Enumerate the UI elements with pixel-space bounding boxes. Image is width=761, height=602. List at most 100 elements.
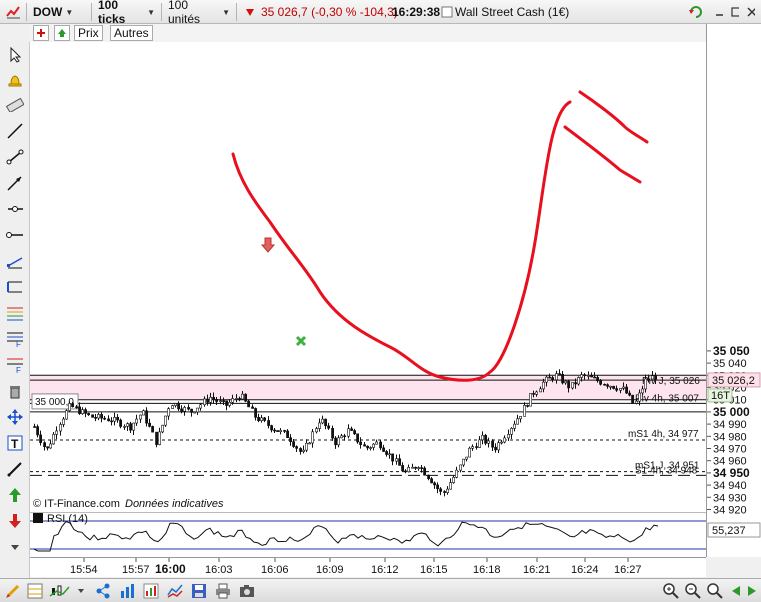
level-label-s1-4h: S1 4h, 34 948 (635, 465, 698, 476)
time-tick-label: 16:24 (571, 564, 599, 576)
fibonacci-extension-icon[interactable]: F (4, 354, 26, 376)
candle-body (593, 376, 597, 379)
candle-body (628, 392, 632, 396)
candle-body (203, 398, 207, 406)
arrow-line-icon[interactable] (4, 172, 26, 194)
pencil-tool-icon[interactable] (4, 582, 22, 600)
candle-body (414, 466, 418, 469)
units-dropdown[interactable]: 100 unités ▼ (164, 0, 234, 26)
price-axis[interactable]: 35 05035 04035 03035 02035 01035 00034 9… (706, 24, 761, 557)
candle-body (337, 437, 341, 446)
candle-body (113, 416, 117, 422)
collapse-toolbar-icon[interactable] (4, 536, 26, 558)
units-label: 100 unités (168, 0, 201, 26)
bar-chart-icon[interactable] (118, 582, 136, 600)
share-icon[interactable] (94, 582, 112, 600)
maximize-icon[interactable] (727, 3, 743, 21)
candle-body (59, 424, 63, 432)
bell-icon[interactable] (4, 70, 26, 92)
candle-body (177, 403, 181, 410)
screenshot-icon[interactable] (238, 582, 256, 600)
instrument-name: Wall Street Cash (1€) (455, 5, 570, 19)
horizontal-line-icon[interactable] (4, 224, 26, 246)
scroll-right-icon[interactable] (742, 582, 760, 600)
expand-icon[interactable] (54, 25, 70, 41)
candle-body (462, 458, 466, 466)
candle-body (433, 482, 437, 486)
fibonacci-icon[interactable] (4, 302, 26, 324)
text-tool-icon[interactable]: T (4, 432, 26, 454)
move-icon[interactable] (4, 406, 26, 428)
down-arrow-icon[interactable] (4, 510, 26, 532)
candle-body (379, 441, 383, 449)
period-dropdown[interactable]: 100 ticks ▼ (94, 0, 159, 26)
candle-body (145, 410, 149, 424)
zoom-in-icon[interactable] (662, 582, 680, 600)
price-tick-label: 35 000 (713, 405, 750, 419)
candle-body (343, 435, 347, 438)
compare-icon[interactable] (166, 582, 184, 600)
tab-autres[interactable]: Autres (110, 25, 153, 41)
candle-body (577, 377, 581, 385)
instrument-icon[interactable] (2, 3, 24, 21)
candle-body (167, 408, 171, 417)
candle-body (334, 437, 338, 446)
indicators-icon[interactable] (142, 582, 160, 600)
zoom-fit-icon[interactable] (706, 582, 724, 600)
rsi-panel[interactable]: RSI (14) (30, 512, 706, 557)
segment-icon[interactable] (4, 146, 26, 168)
price-chart[interactable]: Piv J, 35 026 Piv 4h, 35 007 mS1 4h, 34 97… (30, 42, 706, 512)
rsi-label: RSI (14) (47, 513, 88, 525)
candle-body (347, 428, 351, 437)
candle-body (183, 407, 187, 412)
candle-body (430, 478, 434, 484)
trend-line-icon[interactable] (4, 120, 26, 142)
candle-body (427, 474, 431, 479)
horizontal-ray-icon[interactable] (4, 198, 26, 220)
minimize-icon[interactable] (711, 3, 727, 21)
chevron-down-icon[interactable] (76, 582, 86, 600)
parallel-channel-icon[interactable] (4, 276, 26, 298)
symbol-dropdown[interactable]: DOW ▼ (29, 3, 89, 21)
candle-body (36, 426, 40, 436)
candle-body (503, 437, 507, 443)
candle-body (523, 405, 527, 417)
refresh-icon[interactable] (684, 3, 706, 21)
candle-body (471, 446, 475, 449)
zoom-out-icon[interactable] (684, 582, 702, 600)
trash-icon[interactable] (4, 380, 26, 402)
candle-body (356, 433, 360, 443)
candle-body (375, 441, 379, 445)
fibonacci-retracement-icon[interactable]: F (4, 328, 26, 350)
up-arrow-icon[interactable] (4, 484, 26, 506)
cursor-icon[interactable] (4, 44, 26, 66)
price-tick-label: 34 980 (713, 431, 747, 443)
time-tick-label: 16:06 (261, 564, 289, 576)
tab-prix[interactable]: Prix (74, 25, 103, 41)
candle-body (52, 434, 56, 445)
period-label: 100 ticks (98, 0, 126, 26)
candle-body (571, 382, 575, 389)
print-icon[interactable] (214, 582, 232, 600)
rsi-value-label: 55,237 (712, 525, 746, 537)
candle-body (475, 446, 479, 448)
candle-body (84, 409, 88, 414)
candle-body (622, 386, 626, 389)
candle-body (455, 469, 459, 478)
symbol-label: DOW (33, 5, 63, 19)
add-indicator-icon[interactable] (33, 25, 49, 41)
close-icon[interactable] (743, 3, 759, 21)
candle-body (318, 422, 322, 429)
channel-icon[interactable] (4, 250, 26, 272)
pencil-icon[interactable] (4, 458, 26, 480)
candle-body (97, 414, 101, 419)
candle-body (340, 435, 344, 439)
candle-body (321, 418, 325, 424)
save-icon[interactable] (190, 582, 208, 600)
grid-icon[interactable] (26, 582, 44, 600)
candle-body (71, 403, 75, 408)
candle-body (148, 422, 152, 427)
candle-body (449, 482, 453, 490)
candle-chart-type-icon[interactable] (48, 582, 72, 600)
ruler-icon[interactable] (4, 94, 26, 116)
